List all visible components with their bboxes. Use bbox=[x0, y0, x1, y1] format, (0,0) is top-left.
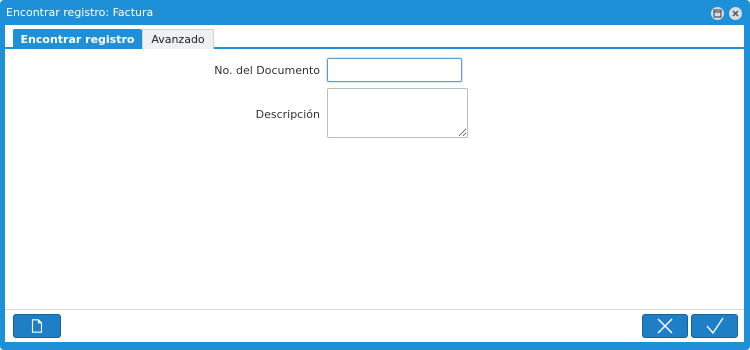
cancel-button[interactable] bbox=[642, 314, 688, 338]
description-label: Descripción bbox=[255, 108, 320, 121]
maximize-icon bbox=[713, 9, 722, 18]
description-textarea[interactable] bbox=[327, 88, 468, 138]
tab-advanced[interactable]: Avanzado bbox=[142, 29, 214, 49]
tab-strip: Encontrar registro Avanzado bbox=[5, 25, 744, 49]
x-icon bbox=[657, 318, 673, 334]
find-record-dialog: Encontrar registro: Factura Encontrar re… bbox=[0, 0, 750, 350]
checkmark-icon bbox=[705, 317, 724, 335]
window-title: Encontrar registro: Factura bbox=[6, 6, 154, 19]
maximize-button[interactable] bbox=[711, 7, 724, 20]
document-icon bbox=[31, 319, 43, 333]
dialog-content: Encontrar registro Avanzado No. del Docu… bbox=[5, 25, 744, 342]
ok-button[interactable] bbox=[691, 314, 738, 338]
close-icon bbox=[732, 10, 739, 17]
document-number-label: No. del Documento bbox=[214, 64, 320, 77]
document-number-input[interactable] bbox=[327, 58, 462, 82]
dialog-footer bbox=[5, 309, 744, 342]
title-bar[interactable]: Encontrar registro: Factura bbox=[0, 0, 750, 25]
new-record-button[interactable] bbox=[13, 314, 61, 338]
close-button[interactable] bbox=[729, 7, 742, 20]
tab-find-record[interactable]: Encontrar registro bbox=[13, 29, 142, 49]
